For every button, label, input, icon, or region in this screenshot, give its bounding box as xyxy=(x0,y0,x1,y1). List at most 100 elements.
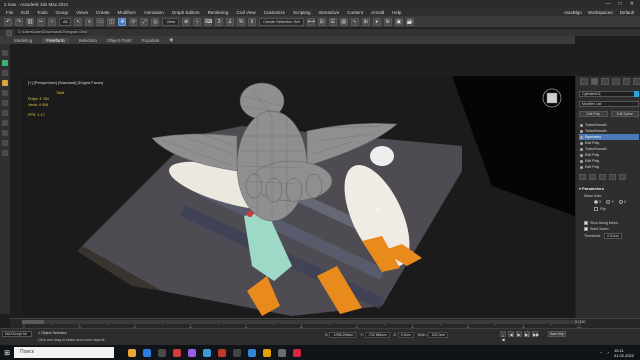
modify-tab-icon[interactable] xyxy=(590,78,599,85)
menu-arnold[interactable]: Arnold xyxy=(371,10,384,15)
menu-help[interactable]: Help xyxy=(392,10,401,15)
taskbar-app-icon[interactable] xyxy=(143,348,151,357)
selection-filter-select[interactable]: All xyxy=(59,17,72,26)
menu-file[interactable]: File xyxy=(6,10,13,15)
material-editor-icon[interactable]: ● xyxy=(372,17,381,26)
tab-object-paint[interactable]: Object Paint xyxy=(107,38,132,43)
tab-modeling[interactable]: Modeling xyxy=(14,38,32,43)
auto-key-button[interactable]: Auto Key xyxy=(548,331,566,337)
camera-tool-icon[interactable] xyxy=(2,70,8,76)
redo-icon[interactable]: ↷ xyxy=(15,17,23,26)
go-to-start-button[interactable]: |◀ xyxy=(500,331,506,342)
helper-tool-icon[interactable] xyxy=(2,90,8,96)
select-tool-icon[interactable] xyxy=(2,50,8,56)
weld-seam-checkbox[interactable]: Weld Seam xyxy=(584,226,618,232)
create-tool-icon[interactable] xyxy=(2,60,8,66)
scale-icon[interactable]: ⤢ xyxy=(140,17,149,26)
object-name-field[interactable]: Cylinder011 xyxy=(579,91,637,97)
menu-animation[interactable]: Animation xyxy=(144,10,164,15)
taskbar-app-icon[interactable] xyxy=(293,348,301,357)
axis-y-radio[interactable]: Y xyxy=(606,200,614,204)
placement-icon[interactable]: ◎ xyxy=(151,17,160,26)
layer-explorer-icon[interactable]: ▤ xyxy=(339,17,348,26)
maxscript-listener[interactable]: MAXScript Mi xyxy=(2,331,32,337)
volume-icon[interactable]: ♪ xyxy=(607,350,609,355)
mirror-icon[interactable]: ⟷ xyxy=(306,17,315,26)
motion-tool-icon[interactable] xyxy=(2,130,8,136)
taskbar-app-icon[interactable] xyxy=(128,348,136,357)
menu-rendering[interactable]: Rendering xyxy=(208,10,229,15)
taskbar-app-icon[interactable] xyxy=(173,348,181,357)
taskbar-search-input[interactable]: Поиск xyxy=(14,347,114,358)
network-icon[interactable]: ◔ xyxy=(600,350,602,355)
menu-graph-editors[interactable]: Graph Editors xyxy=(172,10,200,15)
edit-spline-button[interactable]: Edit Spline xyxy=(610,111,639,117)
taskbar-app-icon[interactable] xyxy=(188,348,196,357)
eye-icon[interactable] xyxy=(580,123,583,127)
bind-space-warp-icon[interactable]: ≈ xyxy=(48,17,56,26)
eye-icon[interactable] xyxy=(580,129,583,133)
percent-snap-icon[interactable]: % xyxy=(237,17,246,26)
rendered-frame-icon[interactable]: ▣ xyxy=(394,17,403,26)
snap-toggle-icon[interactable]: 3 xyxy=(215,17,224,26)
remove-modifier-icon[interactable] xyxy=(609,174,616,180)
manipulate-icon[interactable]: ⊹ xyxy=(193,17,202,26)
select-object-icon[interactable]: ↖ xyxy=(74,17,83,26)
stack-item[interactable]: Edit Poly xyxy=(579,164,639,170)
taskbar-app-icon[interactable] xyxy=(218,348,226,357)
user-account[interactable]: maxBlgo xyxy=(564,10,582,15)
create-tab-icon[interactable] xyxy=(580,78,588,85)
show-end-result-icon[interactable] xyxy=(589,174,596,180)
taskbar-app-icon[interactable] xyxy=(233,348,241,357)
parameters-rollout-header[interactable]: ▾ Parameters xyxy=(579,186,604,191)
eye-icon[interactable] xyxy=(580,153,583,157)
rect-selection-icon[interactable]: ▭ xyxy=(96,17,105,26)
maximize-button[interactable]: □ xyxy=(619,1,622,7)
perspective-viewport[interactable]: [+] [Perspective] [Standard] [Edged Face… xyxy=(22,76,575,318)
menu-tools[interactable]: Tools xyxy=(37,10,48,15)
object-color-swatch[interactable] xyxy=(634,91,639,97)
utilities-tab-icon[interactable] xyxy=(633,78,640,85)
make-unique-icon[interactable] xyxy=(599,174,606,180)
coord-y[interactable]: Y: -702.866cm xyxy=(360,332,390,338)
reference-coord-select[interactable]: View xyxy=(162,17,180,26)
motion-tab-icon[interactable] xyxy=(612,78,620,85)
render-setup-icon[interactable]: ⚙ xyxy=(383,17,392,26)
coord-x[interactable]: X: -1096.206cm xyxy=(325,332,357,338)
workspace-select[interactable]: Default xyxy=(620,10,634,15)
eye-icon[interactable] xyxy=(580,141,583,145)
utilities-tool-icon[interactable] xyxy=(2,150,8,156)
unlink-icon[interactable]: ✂ xyxy=(37,17,45,26)
create-selection-set-select[interactable]: Create Selection Set xyxy=(259,17,304,26)
display-tab-icon[interactable] xyxy=(622,78,631,85)
hierarchy-tab-icon[interactable] xyxy=(601,78,610,85)
scene-explorer-icon[interactable]: ☰ xyxy=(328,17,337,26)
project-path[interactable]: C:\Users\User\Downloads\Telegram Desktop xyxy=(15,30,87,35)
move-icon[interactable]: ✥ xyxy=(118,17,127,26)
tab-populate[interactable]: Populate xyxy=(142,38,160,43)
ribbon-options-icon[interactable]: ◉ xyxy=(169,37,173,43)
menu-scripting[interactable]: Scripting xyxy=(293,10,311,15)
previous-frame-button[interactable]: ◀ xyxy=(508,331,514,337)
angle-snap-icon[interactable]: ∠ xyxy=(226,17,235,26)
menu-create[interactable]: Create xyxy=(96,10,110,15)
eye-icon[interactable] xyxy=(580,165,583,169)
next-frame-button[interactable]: ▶| xyxy=(524,331,530,337)
pin-stack-icon[interactable] xyxy=(579,174,586,180)
modifier-list-dropdown[interactable]: Modifier List xyxy=(579,101,639,107)
minimize-button[interactable]: — xyxy=(606,1,611,7)
viewport-scene[interactable] xyxy=(22,76,575,318)
eye-icon[interactable] xyxy=(580,159,583,163)
pivot-icon[interactable]: ⊕ xyxy=(182,17,191,26)
menu-civil-view[interactable]: Civil View xyxy=(236,10,255,15)
folder-icon[interactable] xyxy=(6,29,12,36)
undo-icon[interactable]: ↶ xyxy=(4,17,12,26)
tab-selection[interactable]: Selection xyxy=(79,38,98,43)
play-button[interactable]: ▶ xyxy=(516,331,522,337)
render-icon[interactable]: ☕ xyxy=(405,17,414,26)
taskbar-app-icon[interactable] xyxy=(248,348,256,357)
taskbar-app-icon[interactable] xyxy=(278,348,286,357)
windows-start-icon[interactable]: ⊞ xyxy=(0,345,14,360)
window-crossing-icon[interactable]: ◫ xyxy=(107,17,116,26)
keyboard-shortcut-icon[interactable]: ⌨ xyxy=(204,17,212,26)
